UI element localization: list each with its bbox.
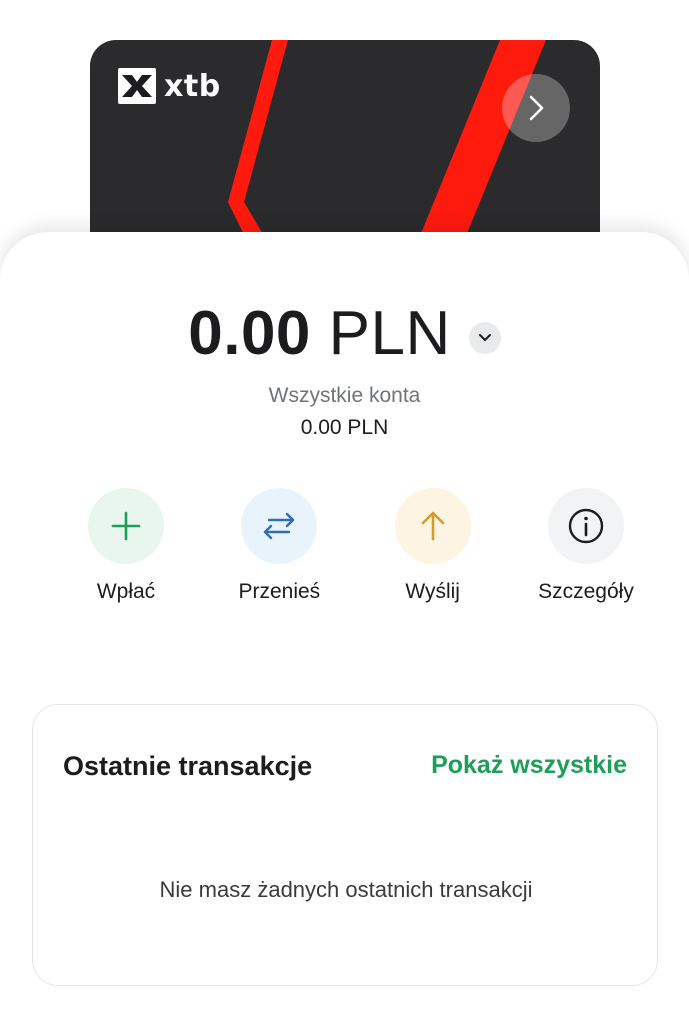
deposit-action[interactable]: Wpłać: [56, 488, 196, 604]
accounts-label: Wszystkie konta: [268, 384, 421, 407]
transfer-label: Przenieś: [238, 580, 321, 603]
xtb-logo-icon: [118, 68, 156, 104]
brand-name: xtb: [164, 68, 221, 104]
card-next-button[interactable]: [502, 74, 570, 142]
chevron-down-icon: [478, 333, 491, 341]
details-label: Szczegóły: [538, 580, 634, 603]
balance-currency: PLN: [328, 299, 451, 368]
show-all-link[interactable]: Pokaż wszystkie: [431, 751, 627, 780]
details-action[interactable]: Szczegóły: [516, 488, 656, 604]
transfer-arrows-icon: [264, 512, 295, 540]
balance-amount: 0.00: [188, 299, 311, 368]
quick-actions: Wpłać Przenieś Wyślij Szczegóły: [56, 488, 656, 604]
send-action[interactable]: Wyślij: [363, 488, 503, 604]
plus-icon: [111, 511, 141, 541]
details-button[interactable]: [547, 488, 624, 564]
balance-row: 0.00 PLN: [0, 298, 689, 369]
deposit-button[interactable]: [88, 488, 164, 564]
accounts-value: 0.00 PLN: [300, 416, 389, 439]
info-icon: [568, 508, 604, 544]
chevron-right-icon: [529, 95, 544, 121]
brand-logo: xtb: [118, 68, 221, 104]
deposit-label: Wpłać: [96, 580, 156, 603]
recent-transactions-title: Ostatnie transakcje: [63, 751, 313, 781]
balance-total: 0.00 PLN: [188, 298, 451, 369]
send-button[interactable]: [394, 488, 471, 564]
account-sheet: 0.00 PLN Wszystkie konta 0.00 PLN Wpłać: [0, 232, 689, 1024]
send-label: Wyślij: [405, 580, 460, 603]
recent-transactions-card: Ostatnie transakcje Pokaż wszystkie Nie …: [32, 704, 658, 986]
transfer-action[interactable]: Przenieś: [209, 488, 349, 604]
transfer-button[interactable]: [241, 488, 318, 564]
arrow-up-icon: [421, 511, 444, 541]
empty-transactions-message: Nie masz żadnych ostatnich transakcji: [159, 877, 533, 902]
currency-dropdown-button[interactable]: [468, 321, 501, 354]
wallet-screen: xtb 0.00 PLN Wszystkie konta 0.00 PLN Wp…: [0, 0, 689, 1024]
